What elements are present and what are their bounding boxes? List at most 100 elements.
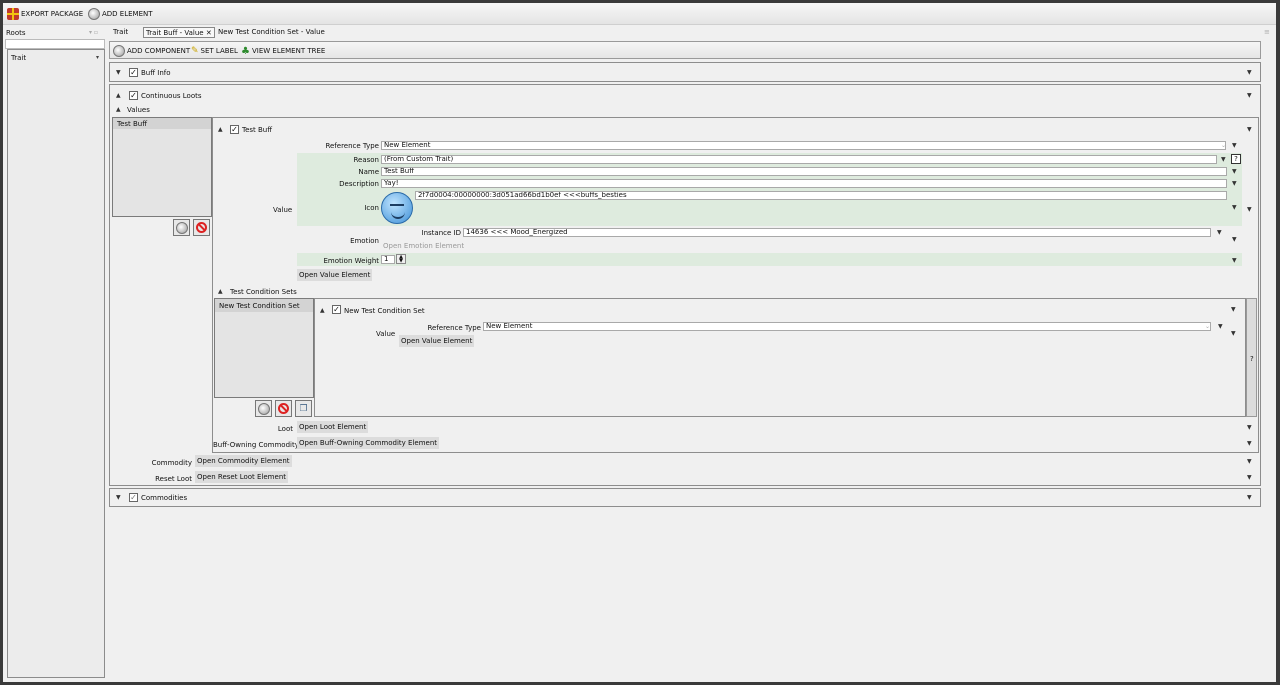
main-toolbar: EXPORT PACKAGE ADD ELEMENT — [3, 3, 1276, 25]
condition-reference-type-label: Reference Type — [427, 324, 481, 332]
duplicate-condition-set-button[interactable]: ❐ — [295, 400, 312, 417]
add-value-button[interactable] — [173, 219, 190, 236]
chevron-down-icon[interactable]: ▼ — [1247, 126, 1252, 133]
reason-label: Reason — [353, 156, 379, 164]
add-component-button[interactable]: ADD COMPONENT — [113, 44, 190, 58]
chevron-down-icon[interactable]: ▼ — [1231, 306, 1236, 313]
chevron-down-icon[interactable]: ⌄ — [1205, 323, 1210, 330]
emotion-weight-input[interactable]: 1 — [381, 255, 395, 264]
close-icon[interactable]: ✕ — [206, 29, 212, 37]
reference-type-select[interactable]: New Element — [381, 141, 1226, 150]
chevron-down-icon[interactable]: ▼ — [1232, 168, 1237, 175]
tab-trait-buff-value[interactable]: Trait Buff - Value ✕ — [143, 27, 215, 38]
open-emotion-element-button[interactable]: Open Emotion Element — [383, 242, 464, 250]
collapse-caret-icon[interactable]: ▲ — [116, 92, 121, 99]
condition-set-scrollbar[interactable]: ? — [1246, 298, 1257, 417]
tabs-menu-icon[interactable]: ≡ — [1264, 28, 1270, 36]
instance-id-label: Instance ID — [421, 229, 461, 237]
chevron-down-icon[interactable]: ▼ — [1247, 424, 1252, 431]
ban-icon — [196, 222, 207, 233]
roots-filter[interactable] — [5, 39, 105, 49]
chevron-down-icon[interactable]: ⌄ — [1221, 142, 1226, 149]
chevron-down-icon[interactable]: ▼ — [1218, 323, 1223, 330]
chevron-down-icon[interactable]: ▼ — [1221, 156, 1226, 163]
values-list[interactable]: Test Buff — [112, 117, 212, 217]
description-input[interactable]: Yay! — [381, 179, 1227, 188]
chevron-down-icon[interactable]: ▼ — [1247, 69, 1252, 76]
collapse-caret-icon[interactable]: ▲ — [218, 126, 223, 133]
open-commodity-element-button[interactable]: Open Commodity Element — [195, 455, 292, 467]
scrollbar-marker: ? — [1250, 355, 1254, 363]
add-element-button[interactable]: ADD ELEMENT — [88, 7, 153, 21]
list-item[interactable]: Test Buff — [113, 118, 211, 129]
chevron-down-icon[interactable]: ▼ — [1247, 458, 1252, 465]
commodity-label: Commodity — [151, 459, 192, 467]
chevron-down-icon[interactable]: ▼ — [1247, 474, 1252, 481]
condition-sets-list[interactable]: New Test Condition Set — [214, 298, 314, 398]
chevron-down-icon[interactable]: ▼ — [1232, 257, 1237, 264]
buff-info-title: Buff Info — [141, 69, 171, 77]
buff-info-checkbox[interactable]: ✓ — [129, 68, 138, 77]
remove-value-button[interactable] — [193, 219, 210, 236]
open-reset-loot-element-button[interactable]: Open Reset Loot Element — [195, 471, 288, 483]
test-condition-sets-header: Test Condition Sets — [230, 288, 297, 296]
name-input[interactable]: Test Buff — [381, 167, 1227, 176]
roots-list[interactable]: Trait ▾ — [7, 49, 105, 678]
chevron-down-icon[interactable]: ▾ — [96, 54, 99, 61]
chevron-down-icon[interactable]: ▼ — [1247, 440, 1252, 447]
component-toolbar: ADD COMPONENT ✎ SET LABEL ♣ VIEW ELEMENT… — [109, 41, 1261, 59]
chevron-down-icon[interactable]: ▼ — [1232, 204, 1237, 211]
open-buff-owning-commodity-button[interactable]: Open Buff-Owning Commodity Element — [297, 437, 439, 449]
ban-icon — [278, 403, 289, 414]
continuous-loots-checkbox[interactable]: ✓ — [129, 91, 138, 100]
chevron-down-icon[interactable]: ▼ — [1232, 236, 1237, 243]
icon-key-value: 2f7d0004:00000000:3d051ad66bd1b0ef <<<bu… — [418, 191, 627, 199]
chevron-down-icon[interactable]: ▼ — [1247, 494, 1252, 501]
chevron-down-icon[interactable]: ▼ — [1232, 142, 1237, 149]
list-item[interactable]: New Test Condition Set — [215, 299, 313, 312]
chevron-down-icon[interactable]: ▼ — [1231, 330, 1236, 337]
tab-new-test-condition-set[interactable]: New Test Condition Set - Value — [216, 27, 327, 38]
open-value-element-button[interactable]: Open Value Element — [297, 269, 373, 281]
commodities-checkbox[interactable]: ✓ — [129, 493, 138, 502]
expand-caret-icon[interactable]: ▼ — [116, 69, 121, 76]
icon-key-input[interactable]: 2f7d0004:00000000:3d051ad66bd1b0ef <<<bu… — [415, 191, 1227, 200]
view-element-tree-button[interactable]: ♣ VIEW ELEMENT TREE — [241, 44, 325, 58]
name-value: Test Buff — [384, 167, 415, 175]
collapse-caret-icon[interactable]: ▲ — [218, 288, 223, 295]
puzzle-icon — [88, 8, 100, 20]
expand-caret-icon[interactable]: ▼ — [116, 494, 121, 501]
condition-reference-type-value: New Element — [486, 322, 533, 330]
roots-item-trait[interactable]: Trait — [11, 54, 26, 62]
collapse-caret-icon[interactable]: ▲ — [320, 307, 325, 314]
weight-stepper[interactable]: ▲ ▼ — [396, 254, 406, 264]
collapse-caret-icon[interactable]: ▲ — [116, 106, 121, 113]
help-button[interactable]: ? — [1231, 154, 1241, 164]
condition-set-checkbox[interactable]: ✓ — [332, 305, 341, 314]
chevron-down-icon[interactable]: ▼ — [1247, 206, 1252, 213]
add-element-label: ADD ELEMENT — [102, 10, 153, 18]
list-item-label: Test Buff — [117, 120, 148, 128]
open-loot-element-button[interactable]: Open Loot Element — [297, 421, 369, 433]
export-package-button[interactable]: EXPORT PACKAGE — [7, 7, 83, 21]
condition-set-title: New Test Condition Set — [344, 307, 425, 315]
tab-label: Trait Buff - Value — [146, 29, 204, 37]
commodities-section: ▼ ✓ Commodities ▼ — [109, 488, 1261, 507]
reason-input[interactable]: (From Custom Trait) — [381, 155, 1217, 164]
puzzle-icon — [257, 402, 270, 415]
remove-condition-set-button[interactable] — [275, 400, 292, 417]
instance-id-input[interactable]: 14636 <<< Mood_Energized — [463, 228, 1211, 237]
add-condition-set-button[interactable] — [255, 400, 272, 417]
set-label-button[interactable]: ✎ SET LABEL — [191, 44, 238, 58]
condition-reference-type-select[interactable]: New Element — [483, 322, 1211, 331]
emotion-weight-label: Emotion Weight — [323, 257, 379, 265]
chevron-down-icon[interactable]: ▾ ▫ — [89, 29, 98, 36]
buff-icon-image — [381, 192, 413, 224]
test-buff-checkbox[interactable]: ✓ — [230, 125, 239, 134]
instance-id-value: 14636 <<< Mood_Energized — [466, 228, 568, 236]
chevron-down-icon[interactable]: ▼ — [1247, 92, 1252, 99]
chevron-down-icon[interactable]: ▼ — [1232, 180, 1237, 187]
condition-open-value-element-button[interactable]: Open Value Element — [399, 335, 475, 347]
chevron-down-icon[interactable]: ▼ — [1217, 229, 1222, 236]
tab-trait[interactable]: Trait — [111, 27, 130, 38]
